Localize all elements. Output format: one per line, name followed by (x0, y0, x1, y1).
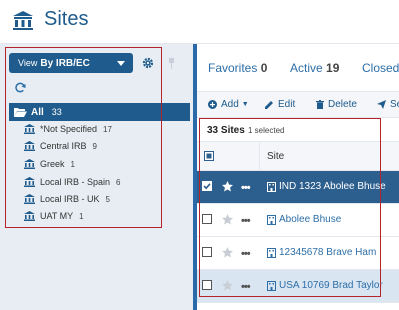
plus-circle-icon (208, 100, 217, 109)
tab-label: Closed (362, 61, 399, 75)
add-label: Add (221, 99, 239, 110)
pin-icon[interactable] (168, 58, 175, 69)
caret-down-icon: ▼ (241, 101, 249, 108)
paper-plane-icon (377, 100, 386, 109)
toolbar: Add ▼ Edit Delete Se (197, 92, 399, 118)
tab-count: 0 (260, 61, 268, 75)
annotation-highlight-box (199, 118, 381, 297)
send-button[interactable]: Se (377, 99, 399, 110)
page-header: Sites (0, 0, 399, 44)
delete-label: Delete (328, 99, 357, 110)
annotation-highlight-box (5, 47, 162, 228)
institution-icon (13, 11, 33, 30)
tab-bar: Favorites 0 Active 19 Closed (197, 44, 399, 92)
tab-favorites[interactable]: Favorites 0 (208, 61, 267, 75)
edit-label: Edit (278, 99, 296, 110)
tab-label: Active (290, 61, 323, 75)
trash-icon (316, 100, 324, 109)
delete-button[interactable]: Delete (316, 99, 357, 110)
send-label: Se (390, 99, 399, 110)
edit-button[interactable]: Edit (265, 99, 295, 110)
tab-count: 19 (326, 61, 340, 75)
tab-active[interactable]: Active 19 (290, 61, 339, 75)
tab-label: Favorites (208, 61, 258, 75)
pencil-icon (265, 101, 273, 109)
tab-closed[interactable]: Closed (362, 61, 399, 75)
page-title: Sites (44, 8, 89, 30)
add-button[interactable]: Add ▼ (208, 99, 249, 110)
